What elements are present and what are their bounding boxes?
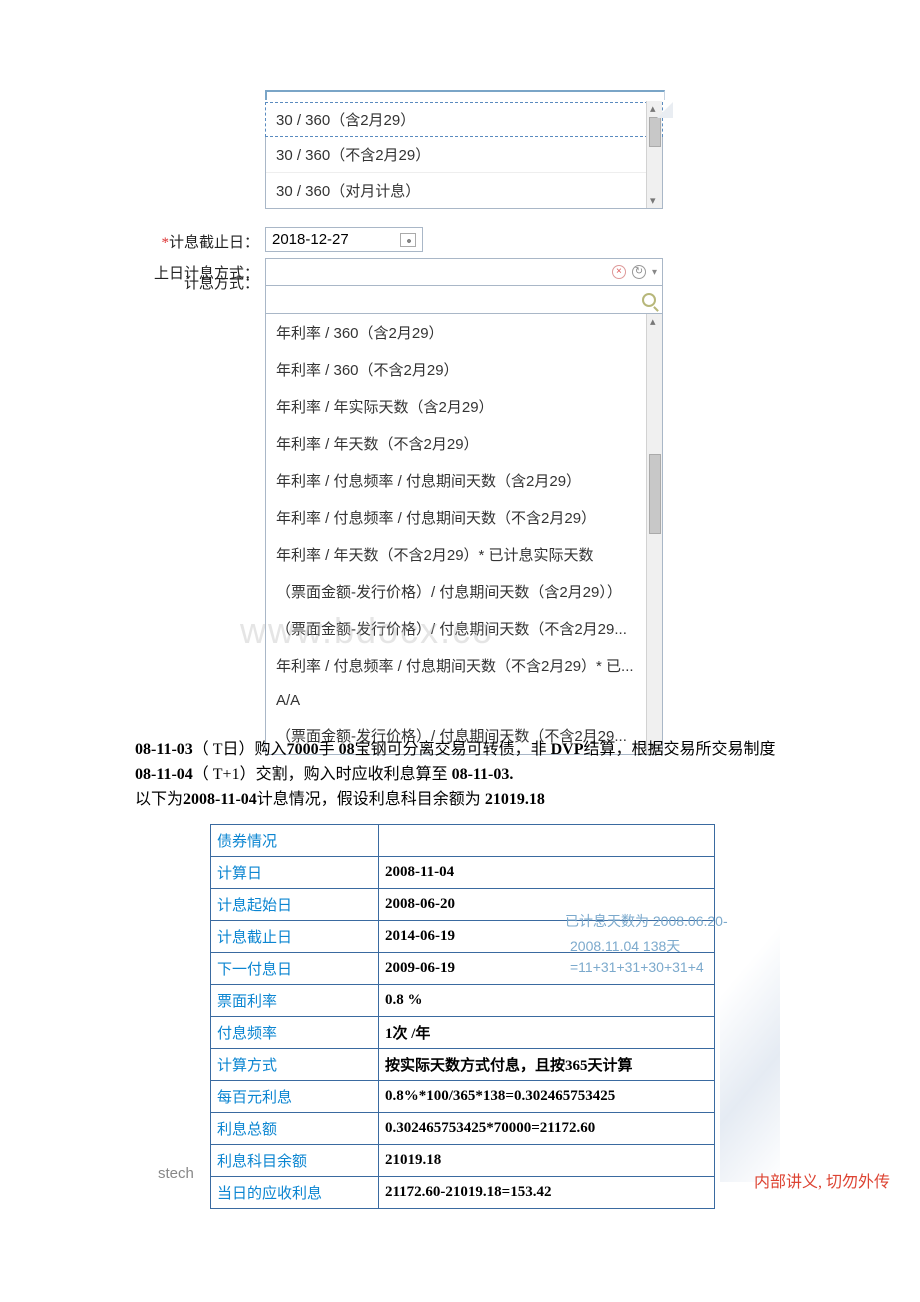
page-corner-fold xyxy=(657,102,673,118)
chevron-down-icon[interactable]: ▾ xyxy=(652,267,657,278)
table-row: 利息总额0.302465753425*70000=21172.60 xyxy=(211,1113,715,1145)
search-icon[interactable] xyxy=(642,293,656,307)
body-paragraph: 08-11-03（ T日）购入7000手 08宝钢可分离交易可转债，非 DVP结… xyxy=(135,738,785,812)
table-row: 当日的应收利息21172.60-21019.18=153.42 xyxy=(211,1177,715,1209)
list-item[interactable]: 年利率 / 360（不含2月29） xyxy=(266,351,662,388)
list-item[interactable]: （票面金额-发行价格）/ 付息期间天数（不含2月29... xyxy=(266,610,662,647)
table-row: 付息频率1次 /年 xyxy=(211,1017,715,1049)
table-row: 利息科目余额21019.18 xyxy=(211,1145,715,1177)
clear-icon[interactable]: × xyxy=(612,265,626,279)
list-item[interactable]: 年利率 / 付息频率 / 付息期间天数（不含2月29） xyxy=(266,499,662,536)
refresh-icon[interactable] xyxy=(632,265,646,279)
bond-table-header: 债券情况 xyxy=(211,825,379,857)
dropdown-search-input[interactable] xyxy=(272,292,642,308)
list-item[interactable]: 30 / 360（对月计息） xyxy=(266,172,662,208)
interest-end-date-input[interactable]: 2018-12-27 xyxy=(265,227,423,252)
list-item[interactable]: 年利率 / 付息频率 / 付息期间天数（不含2月29）* 已... xyxy=(266,647,662,684)
table-row: 票面利率0.8 % xyxy=(211,985,715,1017)
list-item[interactable]: （票面金额-发行价格）/ 付息期间天数（含2月29）） xyxy=(266,573,662,610)
table-row: 下一付息日2009-06-19 xyxy=(211,953,715,985)
table-row: 计息起始日2008-06-20 xyxy=(211,889,715,921)
side-shade xyxy=(720,824,780,1182)
table-row: 计算方式按实际天数方式付息，且按365天计算 xyxy=(211,1049,715,1081)
list-item[interactable]: 年利率 / 360（含2月29） xyxy=(266,314,662,351)
list-item[interactable]: 年利率 / 年天数（不含2月29） xyxy=(266,425,662,462)
list-item[interactable]: A/A xyxy=(266,684,662,717)
table-row: 计算日2008-11-04 xyxy=(211,857,715,889)
interest-method-listbox[interactable]: 30 / 360（不含2月29） 30 / 360（对月计息） xyxy=(265,137,663,209)
list-item[interactable]: 年利率 / 年天数（不含2月29）* 已计息实际天数 xyxy=(266,536,662,573)
table-row: 每百元利息0.8%*100/365*138=0.302465753425 xyxy=(211,1081,715,1113)
label-prev-day-method: 上日计息方式： xyxy=(135,258,265,755)
bond-info-table: 债券情况 计算日2008-11-04 计息起始日2008-06-20 计息截止日… xyxy=(210,824,715,1209)
footer-right-stamp: 内部讲义, 切勿外传 xyxy=(754,1168,890,1192)
table-row: 计息截止日2014-06-19 xyxy=(211,921,715,953)
scrollbar[interactable] xyxy=(646,314,662,754)
interest-method-selected[interactable]: 30 / 360（含2月29） xyxy=(265,102,663,137)
list-item[interactable]: 30 / 360（不含2月29） xyxy=(266,137,662,172)
list-item[interactable]: 年利率 / 年实际天数（含2月29） xyxy=(266,388,662,425)
prev-day-method-input[interactable]: × ▾ xyxy=(265,258,663,286)
footer-left: stech xyxy=(158,1165,194,1182)
dropdown-search-row[interactable] xyxy=(265,286,663,314)
label-interest-end-date: *计息截止日： xyxy=(135,227,265,252)
list-item[interactable]: 年利率 / 付息频率 / 付息期间天数（含2月29） xyxy=(266,462,662,499)
calendar-icon[interactable] xyxy=(400,233,416,247)
label-interest-method: 计息方式： xyxy=(135,268,265,293)
prev-day-method-listbox[interactable]: 年利率 / 360（含2月29） 年利率 / 360（不含2月29） 年利率 /… xyxy=(265,314,663,755)
